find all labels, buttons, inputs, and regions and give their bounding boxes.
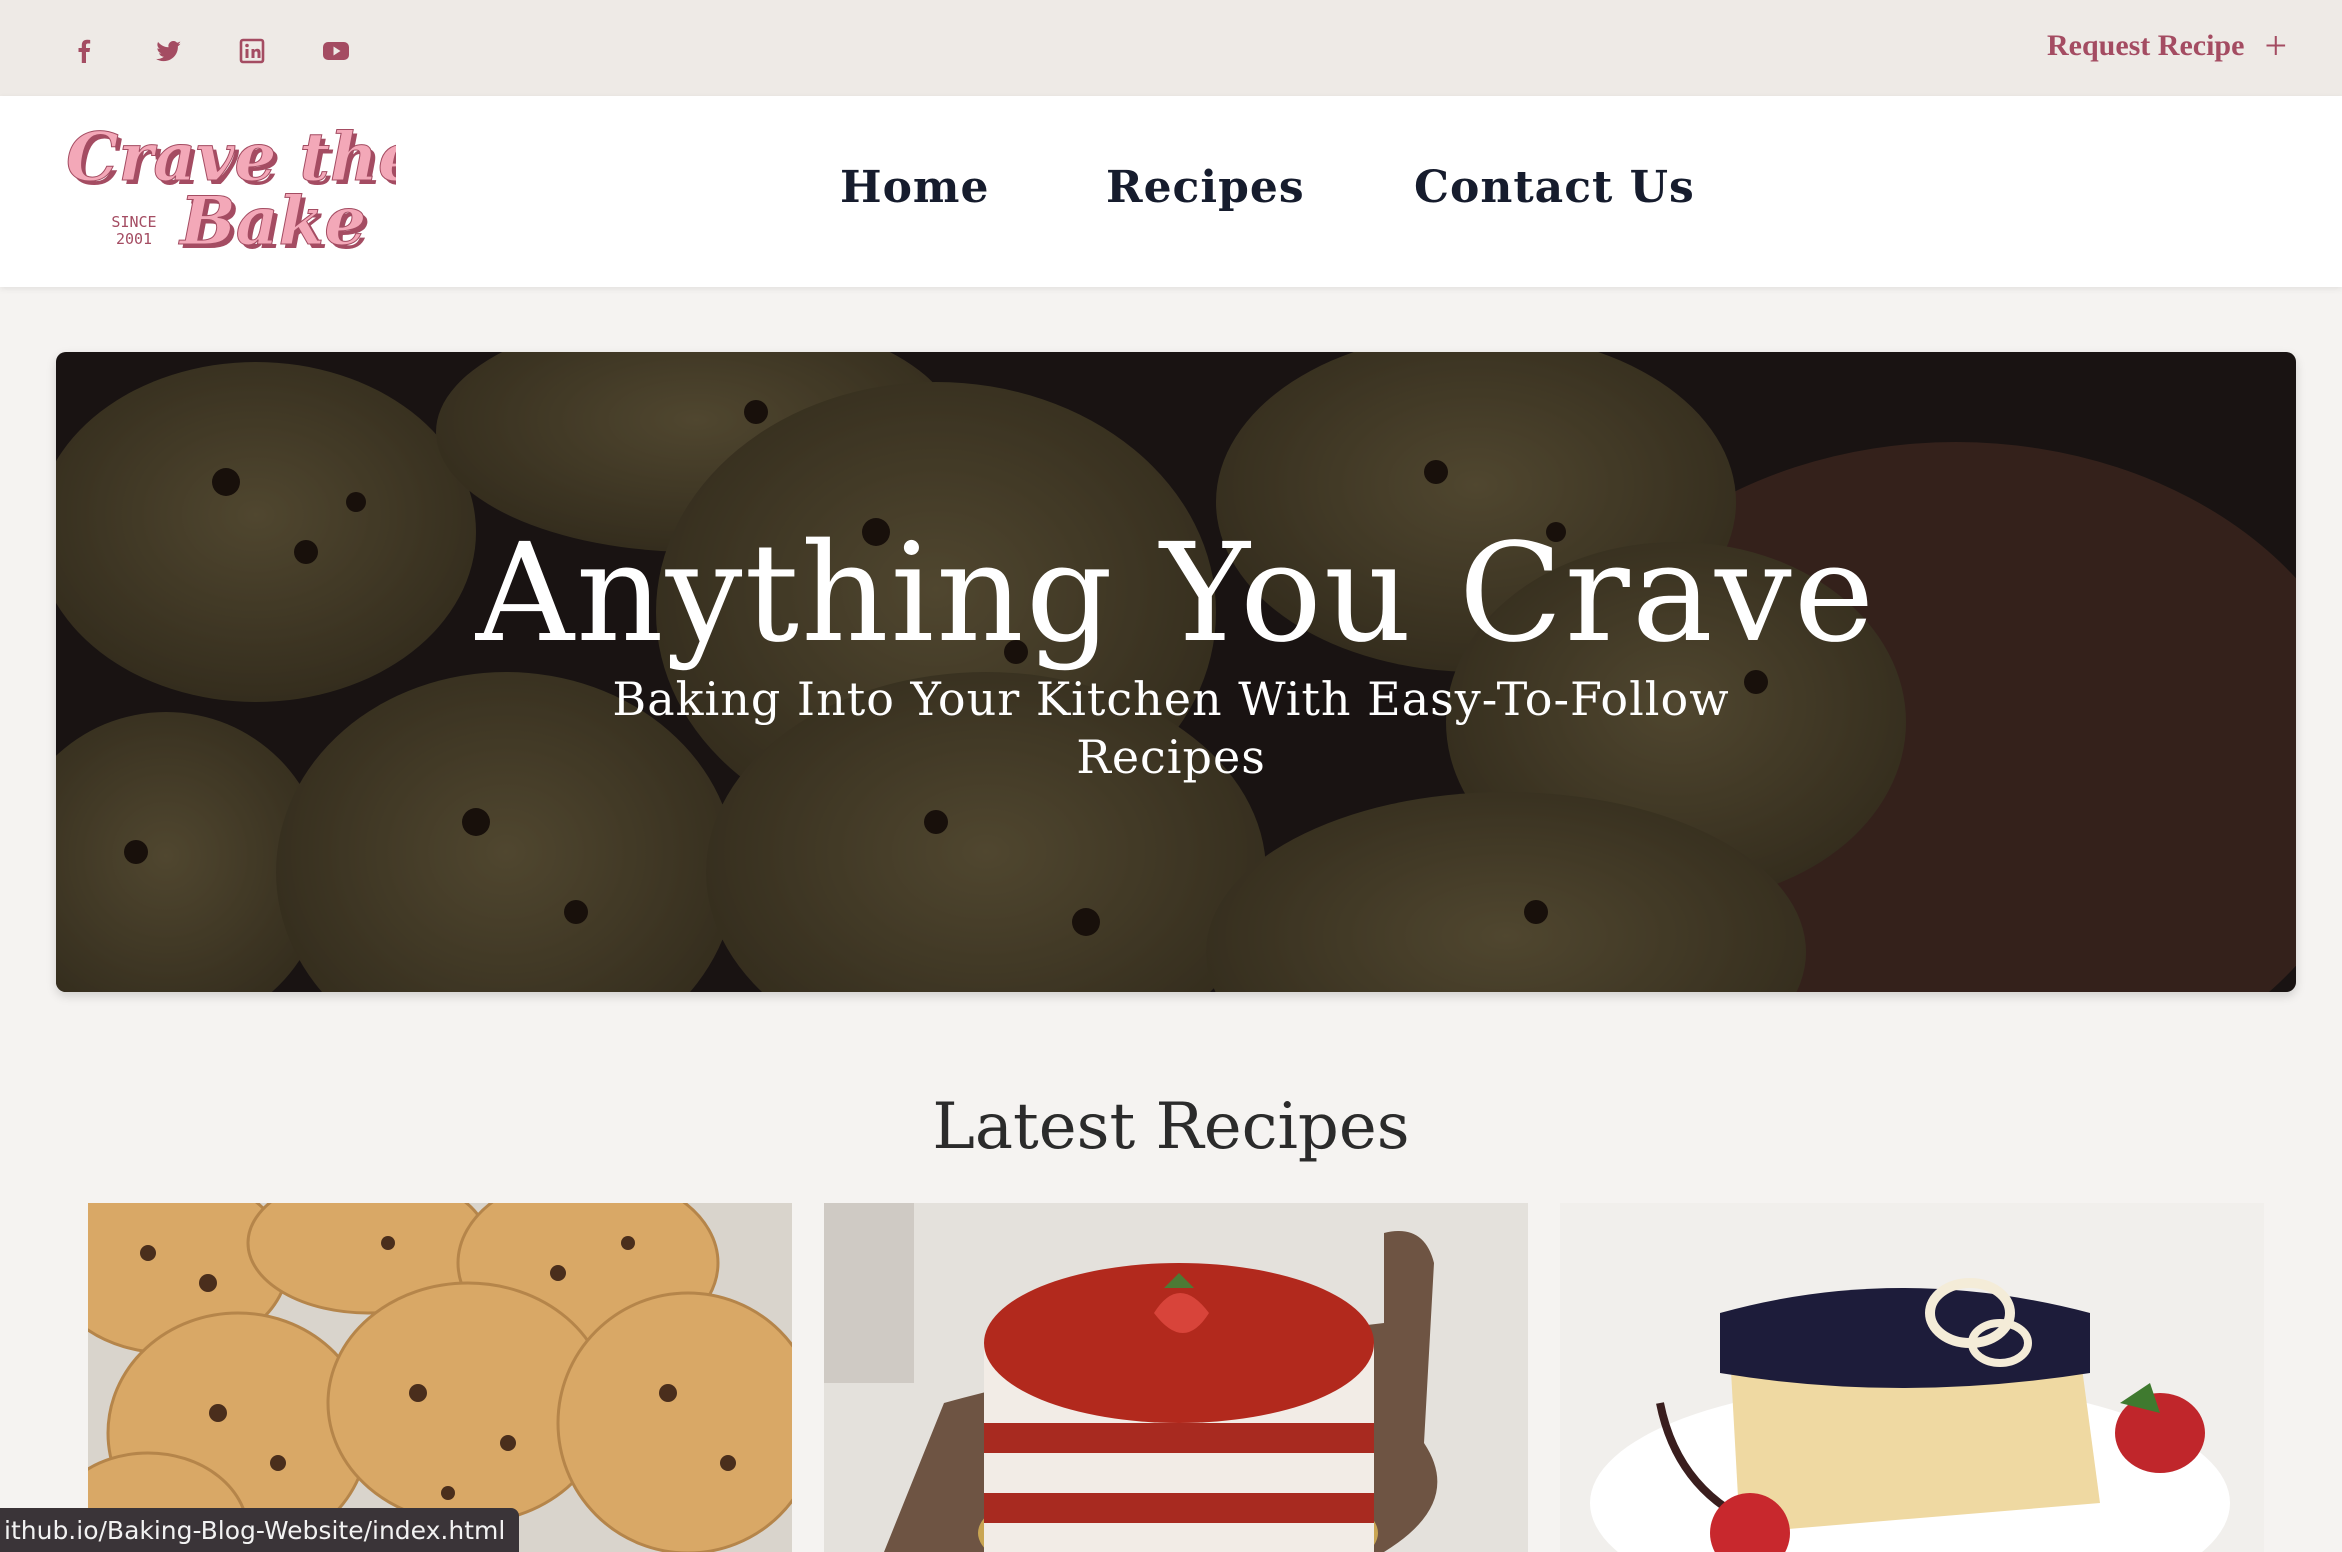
svg-text:2001: 2001 <box>116 230 152 248</box>
hero-banner: Anything You Crave Baking Into Your Kitc… <box>56 352 2296 992</box>
recipe-card-cookies[interactable] <box>88 1203 792 1552</box>
twitter-icon[interactable] <box>148 31 188 71</box>
top-bar: Request Recipe + <box>0 0 2342 96</box>
nav-recipes[interactable]: Recipes <box>1106 162 1305 213</box>
request-recipe-label: Request Recipe <box>2046 29 2245 62</box>
youtube-icon[interactable] <box>316 31 356 71</box>
request-recipe-link[interactable]: Request Recipe + <box>2047 22 2287 70</box>
latest-recipes-title: Latest Recipes <box>932 1090 1410 1164</box>
red-velvet-cake-image <box>824 1203 1528 1552</box>
recipe-card-red-velvet-cake[interactable] <box>824 1203 1528 1552</box>
recipe-card-cheesecake[interactable] <box>1560 1203 2264 1552</box>
main-navbar: Crave the Crave the Bake Bake SINCE 2001… <box>0 96 2342 287</box>
facebook-icon[interactable] <box>64 31 104 71</box>
plus-icon: + <box>2264 23 2287 68</box>
blueberry-cheesecake-image <box>1560 1203 2264 1552</box>
linkedin-icon[interactable] <box>232 31 272 71</box>
chocolate-chip-cookies-image <box>88 1203 792 1552</box>
hero-subtitle: Baking Into Your Kitchen With Easy-To-Fo… <box>612 672 1730 784</box>
hero-title: Anything You Crave <box>475 515 1877 673</box>
svg-text:Bake: Bake <box>178 182 366 260</box>
svg-text:SINCE: SINCE <box>111 213 156 231</box>
nav-home[interactable]: Home <box>840 162 989 213</box>
site-logo[interactable]: Crave the Crave the Bake Bake SINCE 2001 <box>66 114 424 265</box>
browser-status-url: ithub.io/Baking-Blog-Website/index.html <box>0 1508 520 1552</box>
nav-contact-us[interactable]: Contact Us <box>1414 162 1695 213</box>
